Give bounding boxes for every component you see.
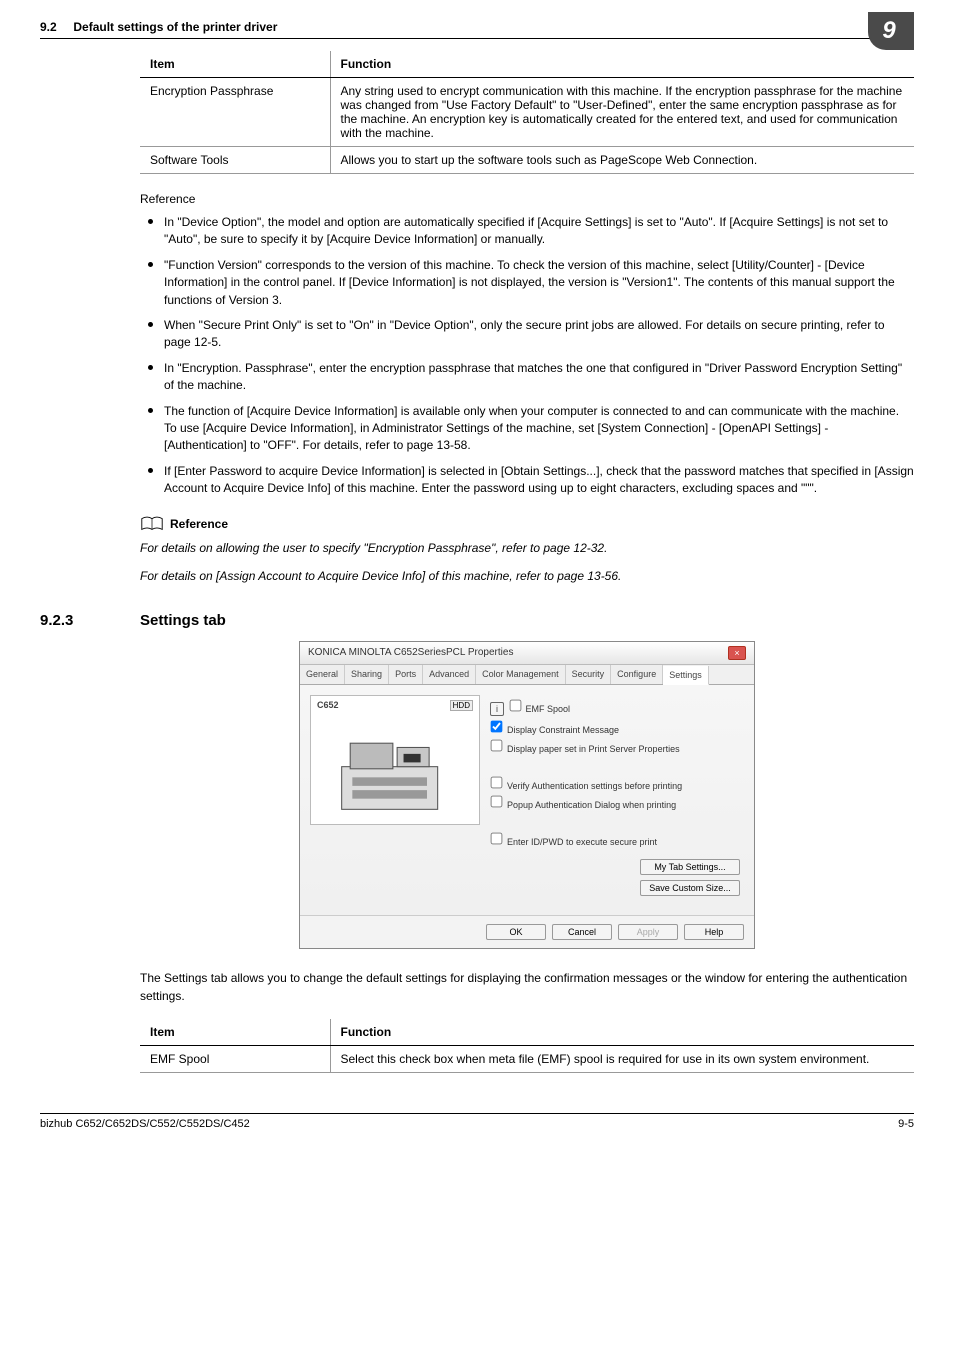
list-item: If [Enter Password to acquire Device Inf… [140, 463, 914, 498]
ok-button[interactable]: OK [486, 924, 546, 940]
dialog-tabs: General Sharing Ports Advanced Color Man… [300, 665, 754, 685]
reference-line-2: For details on [Assign Account to Acquir… [140, 567, 914, 586]
table2-head-item: Item [140, 1019, 330, 1046]
table1-item-1: Software Tools [140, 147, 330, 174]
book-icon [140, 515, 164, 533]
table1-head-function: Function [330, 51, 914, 78]
subsection-title: Settings tab [140, 612, 226, 629]
footer-right: 9-5 [898, 1118, 914, 1130]
table-row: Encryption Passphrase Any string used to… [140, 78, 914, 147]
table-row: EMF Spool Select this check box when met… [140, 1045, 914, 1072]
tab-advanced[interactable]: Advanced [423, 665, 476, 684]
dialog-title-text: KONICA MINOLTA C652SeriesPCL Properties [308, 647, 513, 658]
footer-left: bizhub C652/C652DS/C552/C552DS/C452 [40, 1118, 250, 1130]
subsection-heading: 9.2.3 Settings tab [40, 612, 914, 629]
reference-list: In "Device Option", the model and option… [140, 214, 914, 497]
settings-description: The Settings tab allows you to change th… [140, 969, 914, 1005]
check-display-constraint[interactable]: Display Constraint Message [490, 720, 744, 735]
check-display-paper[interactable]: Display paper set in Print Server Proper… [490, 739, 744, 754]
save-custom-size-button[interactable]: Save Custom Size... [640, 880, 740, 896]
tab-configure[interactable]: Configure [611, 665, 663, 684]
tab-settings[interactable]: Settings [663, 666, 709, 685]
table1-item-0: Encryption Passphrase [140, 78, 330, 147]
table1-func-1: Allows you to start up the software tool… [330, 147, 914, 174]
table-row: Software Tools Allows you to start up th… [140, 147, 914, 174]
list-item: When "Secure Print Only" is set to "On" … [140, 317, 914, 352]
section-number: 9.2 [40, 20, 57, 34]
list-item: The function of [Acquire Device Informat… [140, 403, 914, 455]
device-preview: C652 HDD [310, 695, 480, 825]
reference-heading: Reference [140, 192, 914, 206]
subsection-number: 9.2.3 [40, 612, 110, 629]
header-rule: 9.2 Default settings of the printer driv… [40, 20, 914, 39]
help-button[interactable]: Help [684, 924, 744, 940]
hdd-badge: HDD [450, 700, 473, 711]
check-enter-idpwd[interactable]: Enter ID/PWD to execute secure print [490, 832, 744, 847]
reference-line-1: For details on allowing the user to spec… [140, 539, 914, 558]
list-item: In "Device Option", the model and option… [140, 214, 914, 249]
tab-color-management[interactable]: Color Management [476, 665, 566, 684]
tab-sharing[interactable]: Sharing [345, 665, 389, 684]
tab-security[interactable]: Security [566, 665, 612, 684]
check-popup-auth[interactable]: Popup Authentication Dialog when printin… [490, 795, 744, 810]
tab-general[interactable]: General [300, 665, 345, 684]
list-item: "Function Version" corresponds to the ve… [140, 257, 914, 309]
spec-table-1: Item Function Encryption Passphrase Any … [140, 51, 914, 174]
cancel-button[interactable]: Cancel [552, 924, 612, 940]
table2-head-function: Function [330, 1019, 914, 1046]
reference-block-title: Reference [170, 517, 228, 531]
reference-block: Reference For details on allowing the us… [140, 515, 914, 585]
chapter-badge: 9 [868, 12, 914, 50]
table1-head-item: Item [140, 51, 330, 78]
table1-func-0: Any string used to encrypt communication… [330, 78, 914, 147]
table2-func-0: Select this check box when meta file (EM… [330, 1045, 914, 1072]
apply-button[interactable]: Apply [618, 924, 678, 940]
main-content: Item Function Encryption Passphrase Any … [140, 51, 914, 1073]
my-tab-settings-button[interactable]: My Tab Settings... [640, 859, 740, 875]
spec-table-2: Item Function EMF Spool Select this chec… [140, 1019, 914, 1073]
section-title: Default settings of the printer driver [73, 20, 277, 34]
close-icon[interactable]: × [728, 646, 746, 660]
tab-ports[interactable]: Ports [389, 665, 423, 684]
list-item: In "Encryption. Passphrase", enter the e… [140, 360, 914, 395]
footer: bizhub C652/C652DS/C552/C552DS/C452 9-5 [40, 1113, 914, 1130]
properties-dialog: KONICA MINOLTA C652SeriesPCL Properties … [299, 641, 755, 949]
info-icon: i [490, 702, 504, 716]
preview-model-label: C652 [317, 700, 339, 710]
check-emf-spool[interactable]: i EMF Spool [490, 699, 744, 716]
table2-item-0: EMF Spool [140, 1045, 330, 1072]
printer-icon [331, 724, 459, 820]
check-verify-auth[interactable]: Verify Authentication settings before pr… [490, 776, 744, 791]
